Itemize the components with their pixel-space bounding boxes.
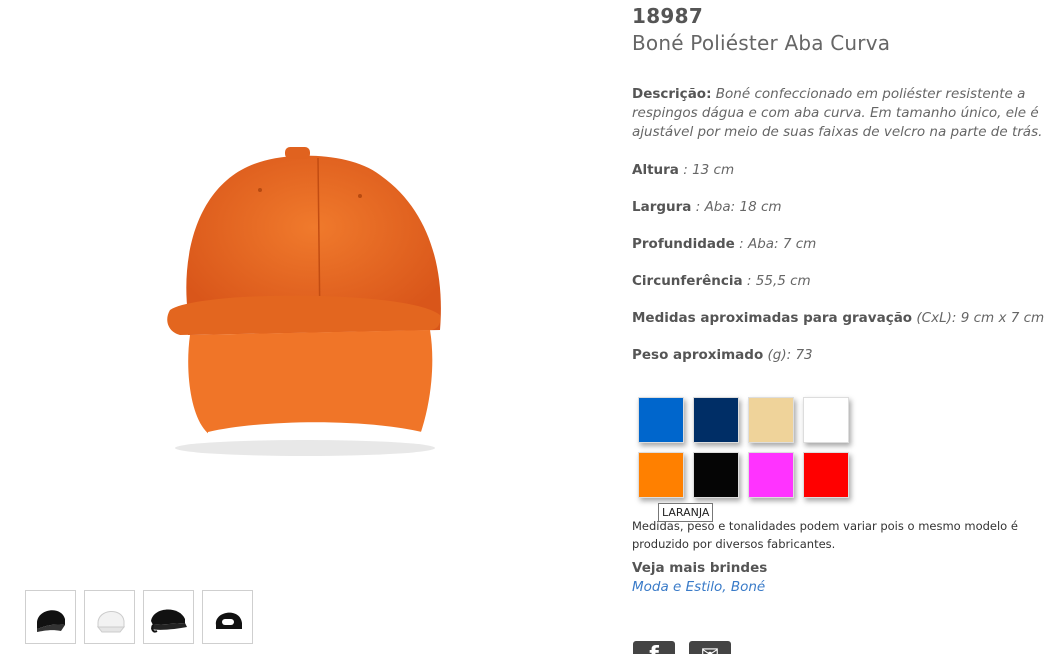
description-label: Descrição: xyxy=(632,86,712,102)
spec-value: 9 cm x 7 cm xyxy=(960,310,1045,326)
spec-label: Largura xyxy=(632,199,692,215)
thumbnail-black-cap-back[interactable] xyxy=(202,590,253,644)
category-link-moda-estilo[interactable]: Moda e Estilo xyxy=(632,579,722,595)
spec-row: Largura : Aba: 18 cm xyxy=(632,198,1052,217)
product-title: Boné Poliéster Aba Curva xyxy=(632,31,891,55)
facebook-icon[interactable]: f xyxy=(633,641,675,654)
color-swatch-branco[interactable] xyxy=(803,397,849,443)
spec-value: Aba: 18 cm xyxy=(704,199,782,215)
product-description: Descrição: Boné confeccionado em poliést… xyxy=(632,85,1052,142)
spec-value: 55,5 cm xyxy=(755,273,811,289)
color-swatch-preto[interactable] xyxy=(693,452,739,498)
spec-value: 13 cm xyxy=(692,162,735,178)
color-swatch-vermelho[interactable] xyxy=(803,452,849,498)
spec-row: Medidas aproximadas para gravação (CxL):… xyxy=(632,309,1052,328)
more-gifts-links: Moda e Estilo, Boné xyxy=(632,579,765,595)
color-tooltip: LARANJA xyxy=(658,503,714,522)
spec-row: Profundidade : Aba: 7 cm xyxy=(632,235,1052,254)
spec-label: Peso aproximado xyxy=(632,347,764,363)
color-swatches xyxy=(638,397,849,498)
spec-label: Medidas aproximadas para gravação xyxy=(632,310,913,326)
product-code: 18987 xyxy=(632,4,704,28)
category-link-bone[interactable]: Boné xyxy=(731,579,765,595)
spec-row: Circunferência : 55,5 cm xyxy=(632,272,1052,291)
email-icon[interactable]: ✉ xyxy=(689,641,731,654)
thumbnail-black-cap[interactable] xyxy=(25,590,76,644)
spec-sep: : xyxy=(742,273,756,289)
color-swatch-azul[interactable] xyxy=(638,397,684,443)
thumbnail-strip xyxy=(25,590,253,644)
spec-label: Profundidade xyxy=(632,236,735,252)
thumbnail-white-cap[interactable] xyxy=(84,590,135,644)
product-info: 18987 Boné Poliéster Aba Curva Descrição… xyxy=(632,4,1052,365)
spec-row: Peso aproximado (g): 73 xyxy=(632,346,1052,365)
variation-note: Medidas, peso e tonalidades podem variar… xyxy=(632,519,1018,551)
color-swatch-laranja[interactable] xyxy=(638,452,684,498)
spec-label: Altura xyxy=(632,162,679,178)
share-bar: f ✉ xyxy=(633,641,731,654)
link-separator: , xyxy=(722,579,731,595)
spec-label: Circunferência xyxy=(632,273,743,289)
spec-unit: (g): xyxy=(763,347,792,363)
more-gifts-title: Veja mais brindes xyxy=(632,560,768,576)
color-swatch-rosa[interactable] xyxy=(748,452,794,498)
spec-sep: : xyxy=(678,162,693,178)
spec-sep: : xyxy=(734,236,748,252)
spec-unit: (CxL): xyxy=(912,310,957,326)
color-swatch-azul-marinho[interactable] xyxy=(693,397,739,443)
spec-row: Altura : 13 cm xyxy=(632,161,1052,180)
color-swatch-bege[interactable] xyxy=(748,397,794,443)
thumbnail-black-cap-side[interactable] xyxy=(143,590,194,644)
spec-value: Aba: 7 cm xyxy=(747,236,817,252)
spec-value: 73 xyxy=(795,347,813,363)
product-main-image xyxy=(140,130,470,470)
spec-sep: : xyxy=(691,199,705,215)
spec-list: Altura : 13 cm Largura : Aba: 18 cm Prof… xyxy=(632,161,1052,365)
